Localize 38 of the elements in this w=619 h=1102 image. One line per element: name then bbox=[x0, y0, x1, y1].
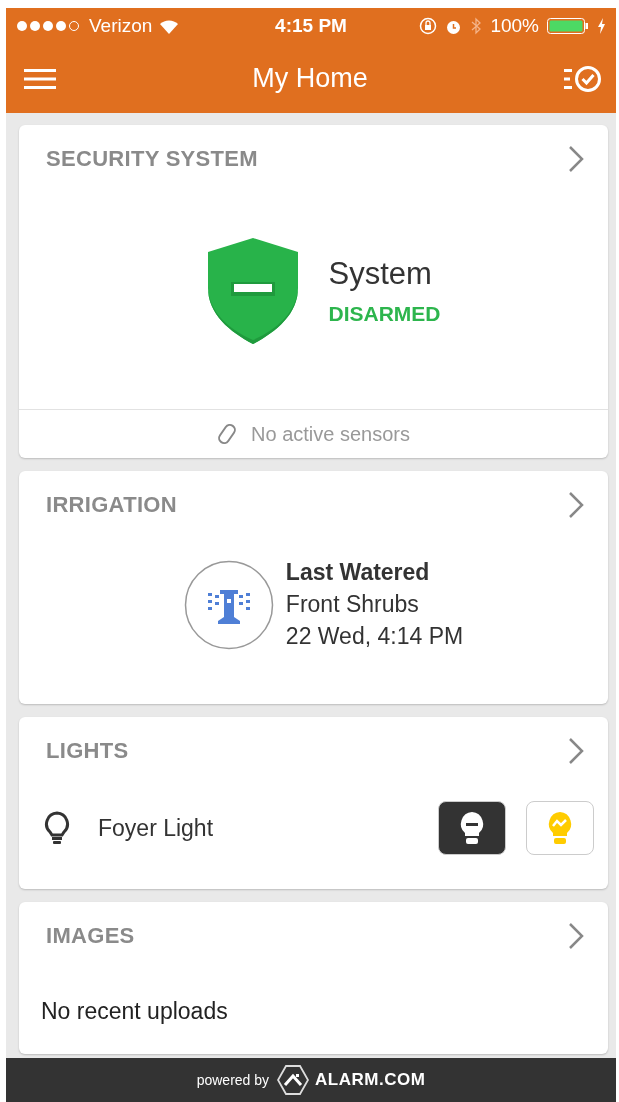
menu-button[interactable] bbox=[24, 67, 56, 90]
card-title: IMAGES bbox=[46, 923, 135, 949]
battery-percent: 100% bbox=[490, 15, 539, 37]
lightbulb-off-icon bbox=[458, 810, 486, 846]
carrier-name: Verizon bbox=[89, 15, 153, 37]
status-time: 4:15 PM bbox=[275, 15, 347, 37]
card-title: LIGHTS bbox=[46, 738, 129, 764]
signal-icon bbox=[16, 20, 82, 32]
light-name: Foyer Light bbox=[98, 814, 215, 842]
page-title: My Home bbox=[252, 63, 368, 94]
arming-status: DISARMED bbox=[328, 302, 441, 326]
lightbulb-on-icon bbox=[546, 810, 574, 846]
sensor-status: No active sensors bbox=[251, 422, 410, 446]
powered-by-label: powered by bbox=[196, 1072, 270, 1088]
wifi-icon bbox=[159, 18, 180, 34]
last-watered-label: Last Watered bbox=[285, 559, 431, 586]
lightbulb-icon bbox=[44, 811, 70, 845]
light-off-button[interactable] bbox=[438, 801, 506, 855]
watered-time: 22 Wed, 4:14 PM bbox=[285, 623, 464, 650]
chevron-right-icon[interactable] bbox=[568, 922, 584, 950]
sensor-icon bbox=[217, 423, 237, 445]
rotation-lock-icon bbox=[419, 17, 438, 35]
bluetooth-icon bbox=[470, 17, 483, 35]
chevron-right-icon[interactable] bbox=[568, 737, 584, 765]
empty-message: No recent uploads bbox=[40, 997, 229, 1026]
card-title: IRRIGATION bbox=[46, 492, 177, 518]
checklist-button[interactable] bbox=[564, 64, 602, 93]
chevron-right-icon[interactable] bbox=[568, 491, 584, 519]
zone-name: Front Shrubs bbox=[285, 591, 420, 618]
shield-icon bbox=[206, 238, 301, 344]
sprinkler-icon bbox=[183, 559, 274, 650]
battery-icon bbox=[547, 18, 589, 34]
chevron-right-icon[interactable] bbox=[568, 145, 584, 173]
brand-name: ALARM.COM bbox=[315, 1070, 426, 1090]
card-title: SECURITY SYSTEM bbox=[46, 146, 258, 172]
system-label: System bbox=[328, 256, 433, 292]
house-logo-icon bbox=[277, 1065, 310, 1095]
charging-icon bbox=[597, 18, 606, 34]
